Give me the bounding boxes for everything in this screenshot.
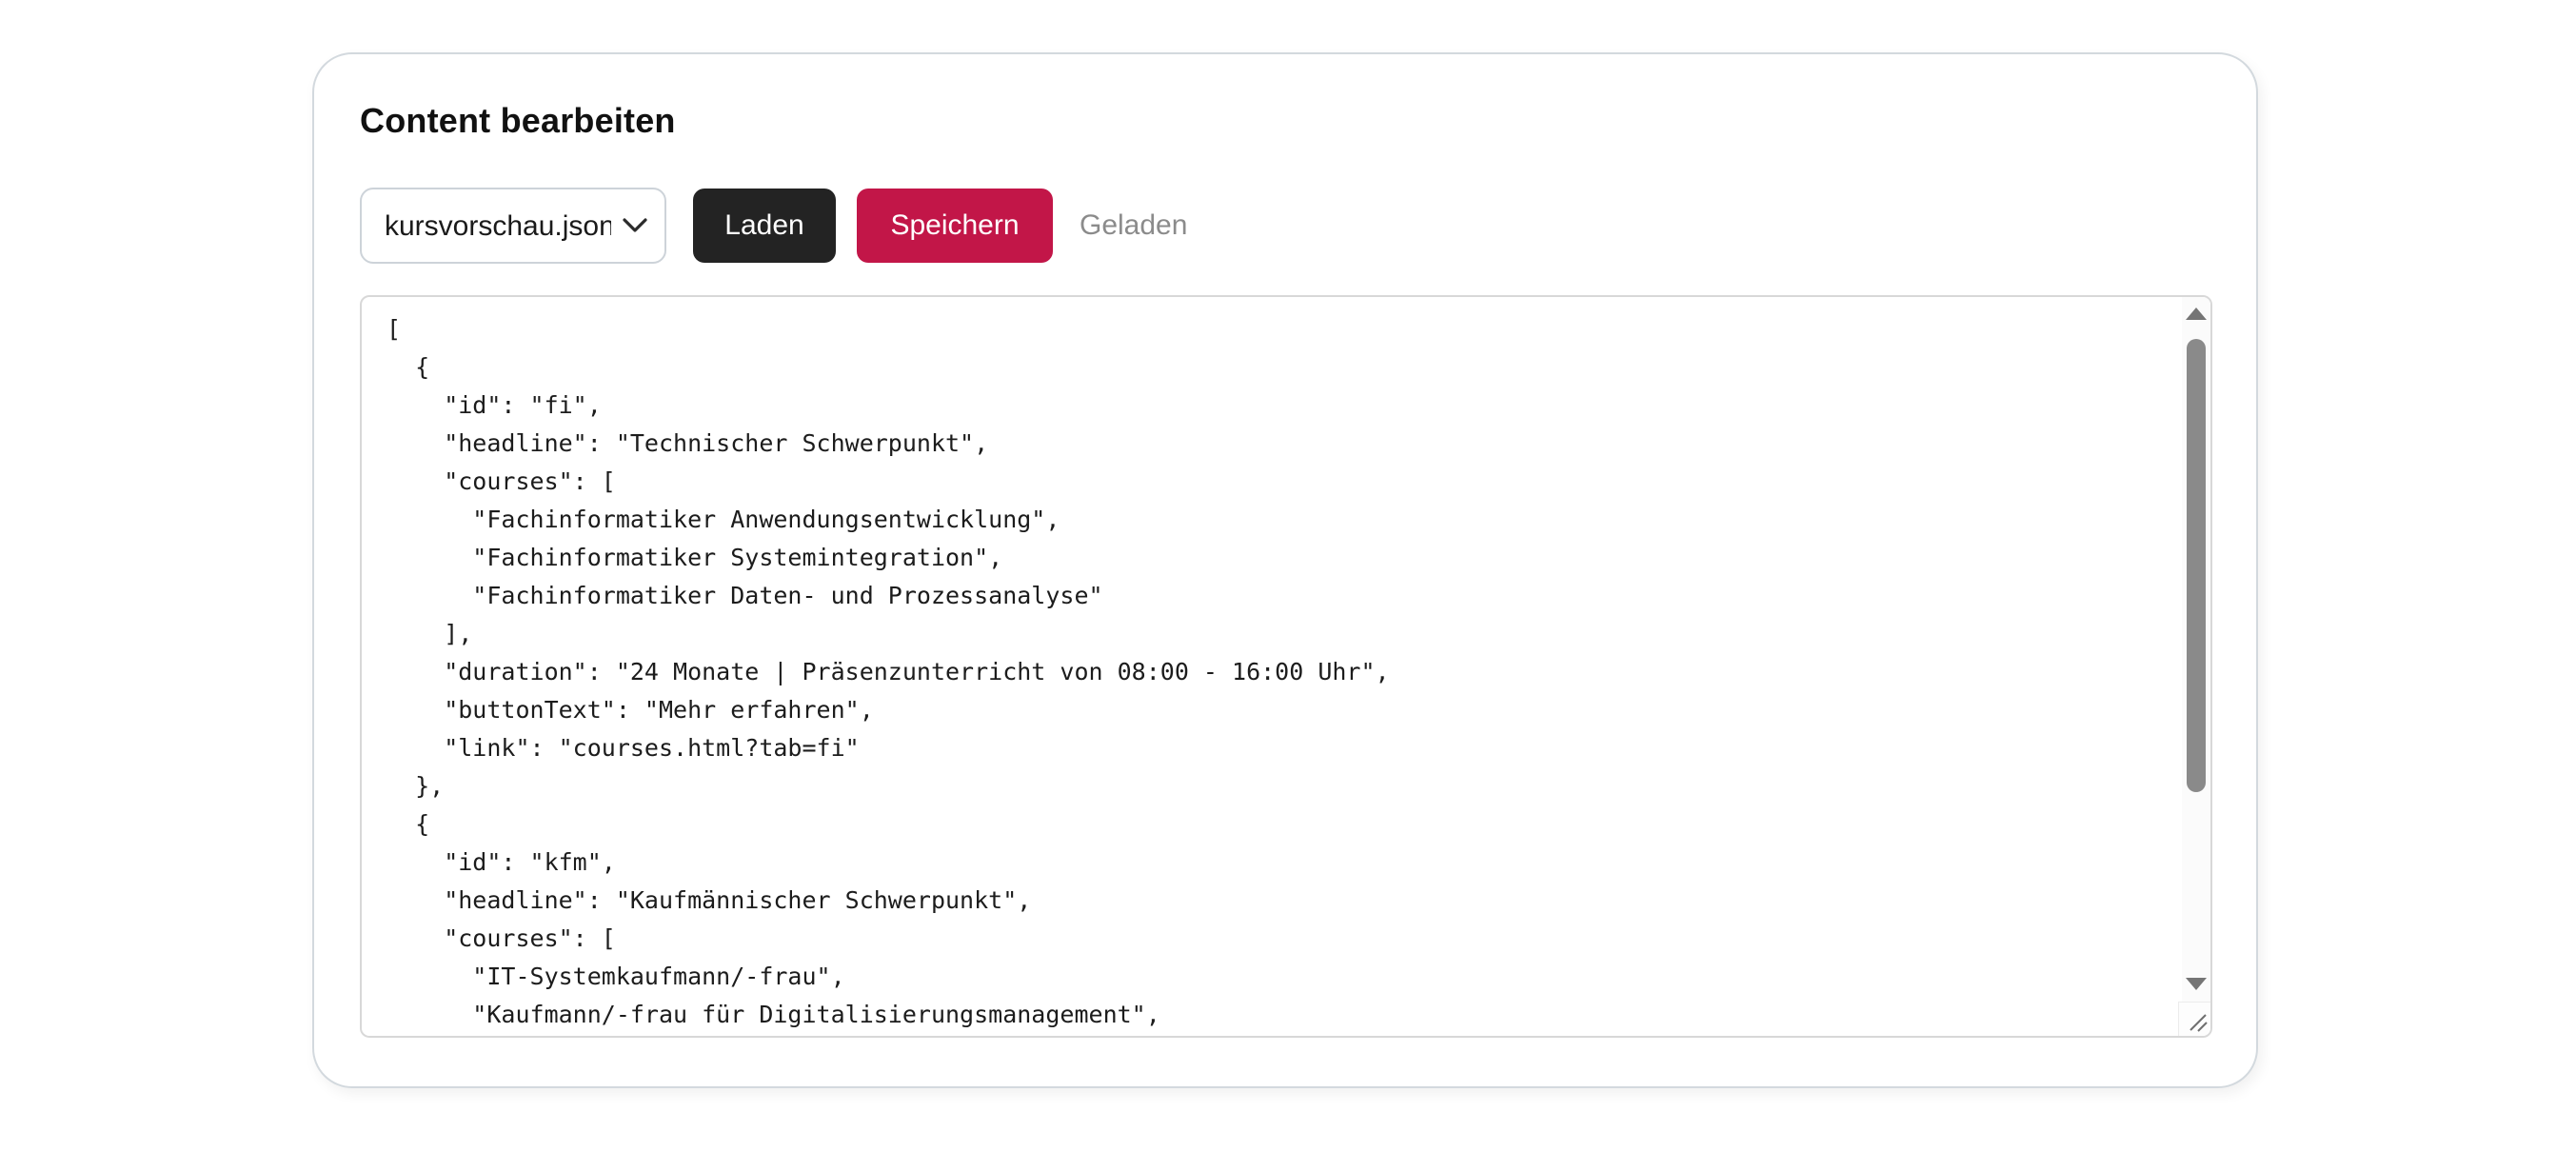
file-select-wrap: kursvorschau.json [360, 188, 666, 264]
resize-grip-icon[interactable] [2183, 1007, 2208, 1032]
scroll-up-button[interactable] [2182, 297, 2210, 329]
scrollbar-thumb[interactable] [2187, 339, 2206, 792]
status-text: Geladen [1080, 209, 1187, 242]
page-title: Content bearbeiten [360, 100, 2210, 142]
toolbar: kursvorschau.json Laden Speichern Gelade… [360, 188, 2210, 264]
triangle-down-icon [2186, 978, 2207, 990]
file-select[interactable]: kursvorschau.json [360, 188, 666, 264]
load-button[interactable]: Laden [693, 189, 836, 263]
scroll-down-button[interactable] [2182, 967, 2210, 1000]
save-button[interactable]: Speichern [857, 189, 1053, 263]
content-editor-card: Content bearbeiten kursvorschau.json Lad… [312, 52, 2258, 1088]
resize-corner [2178, 1002, 2210, 1036]
editor-scrollbar[interactable] [2182, 297, 2210, 1036]
triangle-up-icon [2186, 308, 2207, 320]
json-editor-textarea[interactable]: [ { "id": "fi", "headline": "Technischer… [362, 297, 2210, 1036]
json-editor: [ { "id": "fi", "headline": "Technischer… [360, 295, 2212, 1038]
